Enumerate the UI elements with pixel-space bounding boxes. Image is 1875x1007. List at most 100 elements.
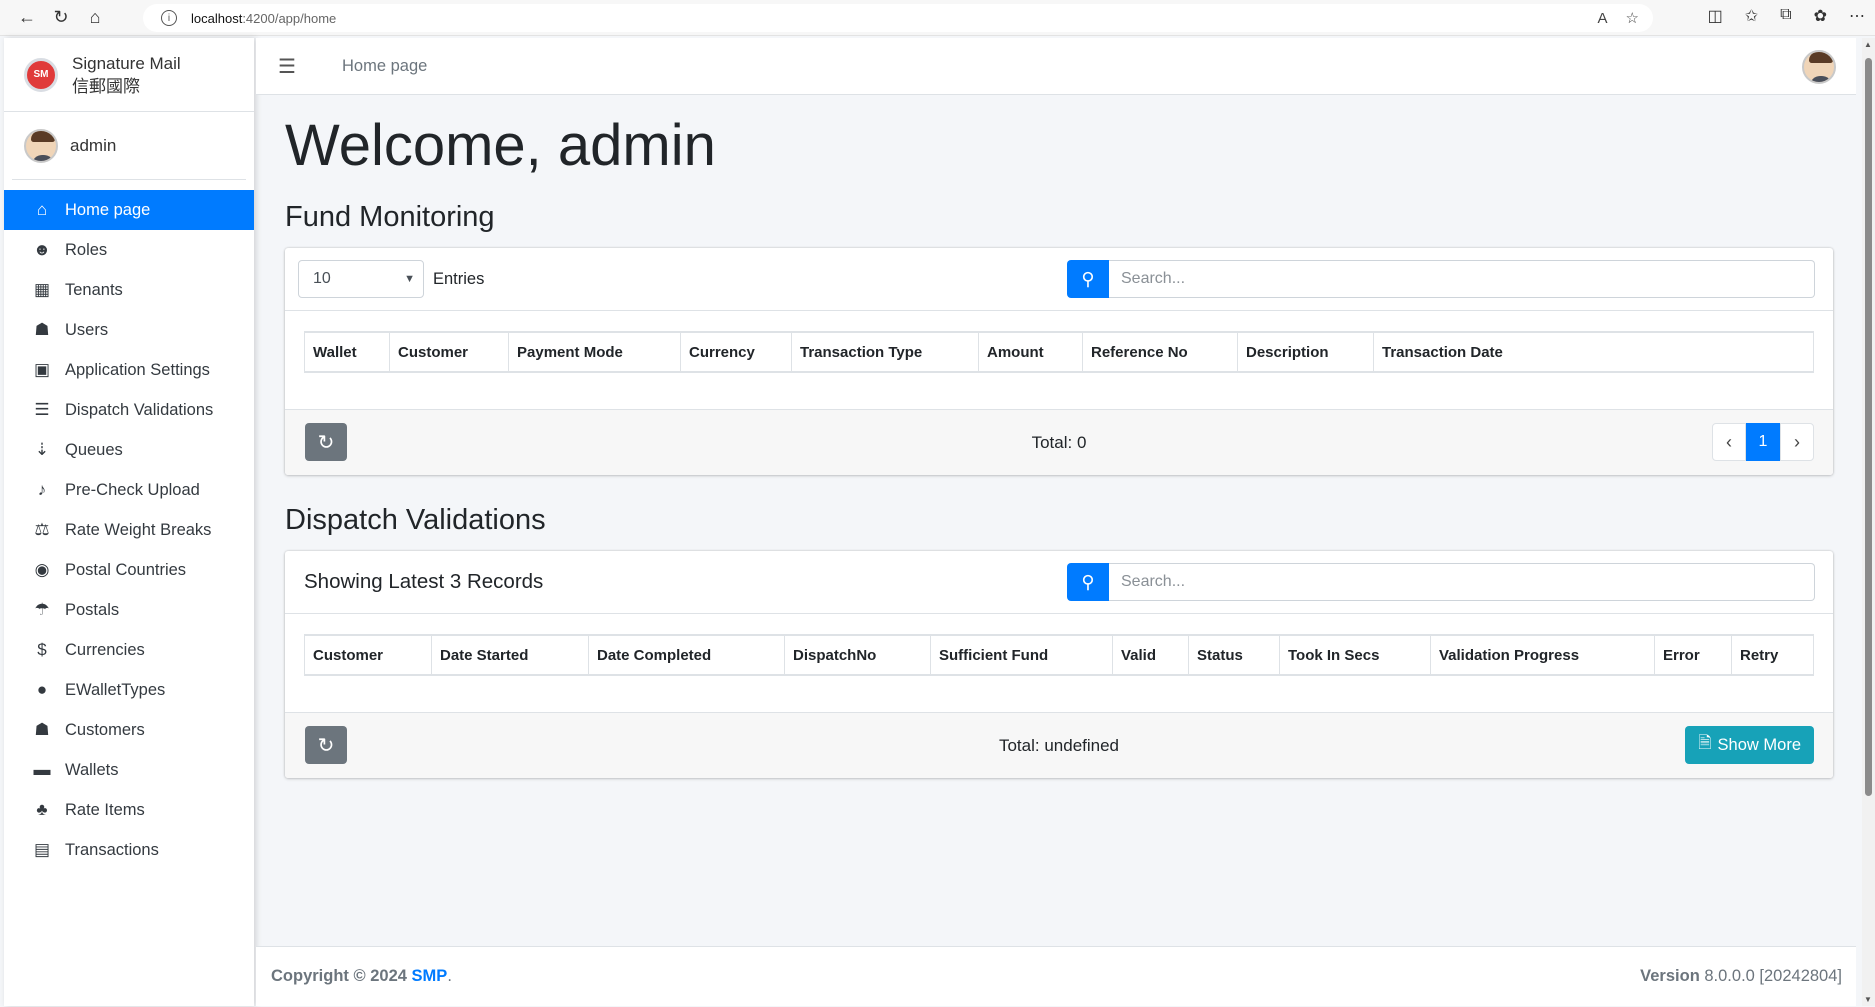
sidebar-item-wallets[interactable]: ▬ Wallets bbox=[4, 750, 254, 790]
more-menu-icon[interactable]: ⋯ bbox=[1849, 6, 1865, 26]
column-header[interactable]: Validation Progress bbox=[1430, 634, 1655, 676]
hamburger-menu-icon[interactable]: ☰ bbox=[278, 54, 302, 79]
collections-icon[interactable]: ⧉ bbox=[1780, 6, 1791, 26]
sidebar-item-pre-check-upload[interactable]: ♪ Pre-Check Upload bbox=[4, 470, 254, 510]
sidebar-item-rate-weight-breaks[interactable]: ⚖ Rate Weight Breaks bbox=[4, 510, 254, 550]
page-scrollbar[interactable]: ▲ ▼ bbox=[1862, 38, 1875, 1006]
scroll-up-icon[interactable]: ▲ bbox=[1864, 40, 1872, 49]
prev-page-button[interactable]: ‹ bbox=[1712, 423, 1746, 461]
column-header[interactable]: Transaction Date bbox=[1373, 331, 1814, 373]
column-header[interactable]: Status bbox=[1188, 634, 1280, 676]
column-header[interactable]: Description bbox=[1237, 331, 1374, 373]
brand[interactable]: SM Signature Mail 信郵國際 bbox=[4, 38, 254, 112]
sidebar-item-label: Home page bbox=[65, 200, 151, 219]
receipt-icon: ▤ bbox=[33, 840, 51, 859]
home-icon[interactable]: ⌂ bbox=[78, 3, 112, 33]
sort-down-icon: ⇣ bbox=[34, 440, 50, 459]
dispatch-table-wrapper: Customer Date Started Date Completed Dis… bbox=[285, 614, 1833, 713]
sidebar-item-label: Queues bbox=[65, 440, 123, 459]
customers-icon: ☗ bbox=[34, 720, 50, 739]
column-header[interactable]: Retry bbox=[1731, 634, 1814, 676]
sidebar-item-dispatch-validations[interactable]: ☰ Dispatch Validations bbox=[4, 390, 254, 430]
search-button[interactable]: ⚲ bbox=[1067, 260, 1109, 298]
column-header[interactable]: Valid bbox=[1112, 634, 1189, 676]
sitemap-icon: ♣ bbox=[36, 800, 48, 819]
column-header[interactable]: Wallet bbox=[304, 331, 390, 373]
column-header[interactable]: Customer bbox=[304, 634, 432, 676]
sidebar-item-postal-countries[interactable]: ◉ Postal Countries bbox=[4, 550, 254, 590]
sidebar-item-label: Dispatch Validations bbox=[65, 400, 214, 419]
users-icon: ☗ bbox=[34, 320, 50, 339]
extensions-icon[interactable]: ✿ bbox=[1814, 6, 1827, 26]
reload-icon[interactable]: ↻ bbox=[44, 3, 78, 33]
site-info-icon[interactable]: i bbox=[161, 10, 177, 26]
parachute-icon: ☂ bbox=[34, 600, 50, 619]
fund-card-header: 10 ▼ Entries ⚲ bbox=[285, 248, 1833, 311]
sidebar-item-ewallettypes[interactable]: ● EWalletTypes bbox=[4, 670, 254, 710]
sidebar-item-home[interactable]: ⌂ Home page bbox=[4, 190, 254, 230]
column-header[interactable]: Reference No bbox=[1082, 331, 1238, 373]
column-header[interactable]: Transaction Type bbox=[791, 331, 979, 373]
page-button[interactable]: 1 bbox=[1746, 423, 1780, 461]
sidebar-menu: ⌂ Home page ☻ Roles ▦ Tenants ☗ Users ▣ Appli… bbox=[4, 190, 254, 870]
next-page-button[interactable]: › bbox=[1780, 423, 1814, 461]
latest-records-label: Showing Latest 3 Records bbox=[304, 570, 544, 593]
checklist-icon: ☰ bbox=[34, 400, 50, 419]
sidebar-item-tenants[interactable]: ▦ Tenants bbox=[4, 270, 254, 310]
sidebar-item-users[interactable]: ☗ Users bbox=[4, 310, 254, 350]
dispatch-search-input[interactable] bbox=[1109, 563, 1815, 601]
copyright-period: . bbox=[447, 967, 452, 985]
sidebar-item-label: Postal Countries bbox=[65, 560, 187, 579]
user-panel[interactable]: admin bbox=[12, 112, 246, 180]
refresh-icon: ↻ bbox=[317, 734, 335, 757]
refresh-button[interactable]: ↻ bbox=[305, 726, 347, 764]
column-header[interactable]: DispatchNo bbox=[784, 634, 931, 676]
favorites-icon[interactable]: ✩ bbox=[1745, 6, 1758, 26]
sidebar-item-rate-items[interactable]: ♣ Rate Items bbox=[4, 790, 254, 830]
sidebar-item-currencies[interactable]: $ Currencies bbox=[4, 630, 254, 670]
show-more-button[interactable]: 🗎 Show More bbox=[1685, 726, 1814, 764]
column-header[interactable]: Date Completed bbox=[588, 634, 785, 676]
split-screen-icon[interactable]: ◫ bbox=[1708, 6, 1723, 26]
column-header[interactable]: Currency bbox=[680, 331, 792, 373]
dispatch-total: Total: undefined bbox=[998, 735, 1120, 755]
dispatch-card-footer: ↻ Total: undefined 🗎 Show More bbox=[285, 713, 1833, 778]
scroll-thumb[interactable] bbox=[1865, 58, 1872, 796]
building-icon: ▦ bbox=[33, 280, 51, 299]
sidebar-item-customers[interactable]: ☗ Customers bbox=[4, 710, 254, 750]
refresh-button[interactable]: ↻ bbox=[305, 423, 347, 461]
sidebar-item-postals[interactable]: ☂ Postals bbox=[4, 590, 254, 630]
fund-table-wrapper: Wallet Customer Payment Mode Currency Tr… bbox=[285, 311, 1833, 410]
sidebar-item-label: Users bbox=[65, 320, 109, 339]
column-header[interactable]: Amount bbox=[978, 331, 1083, 373]
fund-search-group: ⚲ bbox=[1067, 260, 1815, 298]
column-header[interactable]: Sufficient Fund bbox=[930, 634, 1113, 676]
sidebar-item-label: EWalletTypes bbox=[65, 680, 166, 699]
user-avatar-button[interactable] bbox=[1802, 50, 1836, 84]
column-header[interactable]: Error bbox=[1654, 634, 1732, 676]
roles-icon: ☻ bbox=[33, 240, 51, 259]
breadcrumb[interactable]: Home page bbox=[342, 57, 427, 76]
column-header[interactable]: Took In Secs bbox=[1279, 634, 1431, 676]
url-path: :4200/app/home bbox=[242, 10, 337, 26]
smp-link[interactable]: SMP bbox=[412, 967, 448, 985]
column-header[interactable]: Customer bbox=[389, 331, 509, 373]
column-header[interactable]: Date Started bbox=[431, 634, 589, 676]
sidebar-item-transactions[interactable]: ▤ Transactions bbox=[4, 830, 254, 870]
address-bar[interactable]: i localhost:4200/app/home A ☆ bbox=[143, 4, 1653, 32]
fund-search-input[interactable] bbox=[1109, 260, 1815, 298]
sidebar-item-roles[interactable]: ☻ Roles bbox=[4, 230, 254, 270]
read-aloud-icon[interactable]: A bbox=[1598, 10, 1608, 27]
entries-select[interactable]: 10 ▼ bbox=[298, 260, 424, 298]
dispatch-card-header: Showing Latest 3 Records ⚲ bbox=[285, 551, 1833, 614]
column-header[interactable]: Payment Mode bbox=[508, 331, 681, 373]
scroll-down-icon[interactable]: ▼ bbox=[1864, 995, 1872, 1004]
back-icon[interactable]: ← bbox=[10, 3, 44, 33]
globe-icon: ◉ bbox=[34, 560, 50, 579]
main-content: Welcome, admin Fund Monitoring 10 ▼ Entr… bbox=[285, 100, 1833, 778]
sidebar-item-application-settings[interactable]: ▣ Application Settings bbox=[4, 350, 254, 390]
favorite-star-icon[interactable]: ☆ bbox=[1626, 9, 1639, 27]
sidebar-item-label: Transactions bbox=[65, 840, 159, 859]
sidebar-item-queues[interactable]: ⇣ Queues bbox=[4, 430, 254, 470]
search-button[interactable]: ⚲ bbox=[1067, 563, 1109, 601]
